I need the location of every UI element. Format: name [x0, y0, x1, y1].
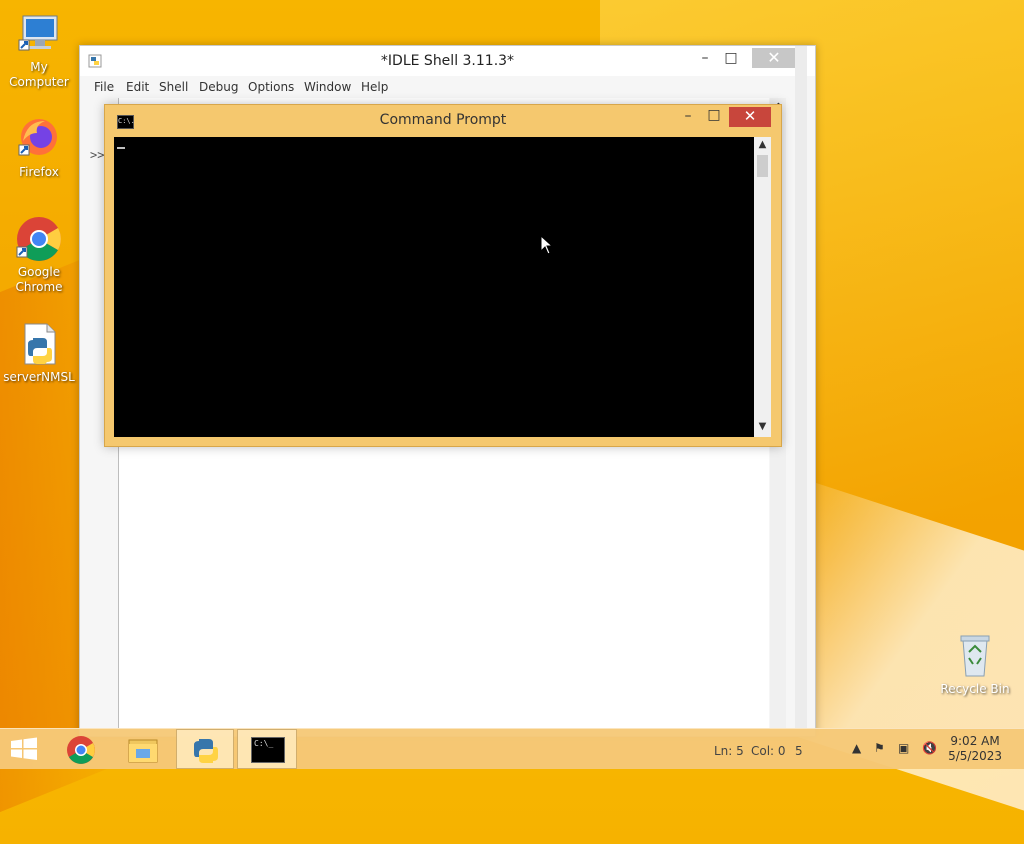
firefox-icon [15, 115, 63, 163]
show-hidden-icons-icon[interactable]: ▲ [852, 741, 861, 755]
taskbar-clock[interactable]: 9:02 AM 5/5/2023 [948, 734, 1002, 764]
minimize-button[interactable]: – [675, 107, 701, 127]
status-column: Col: 0 [751, 744, 786, 758]
desktop-icon-firefox[interactable]: Firefox [0, 115, 78, 180]
taskbar-chrome[interactable] [52, 729, 110, 769]
chrome-icon [15, 215, 63, 263]
command-prompt-window[interactable]: C:\. Command Prompt – □ ✕ ▲ ▼ [104, 104, 782, 447]
desktop-icon-label: serverNMSL [3, 370, 75, 384]
menu-shell[interactable]: Shell [159, 80, 188, 94]
status-extra: 5 [795, 744, 803, 758]
idle-menubar: File Edit Shell Debug Options Window Hel… [80, 76, 815, 98]
console-output[interactable] [114, 137, 754, 437]
desktop-icon-label: Recycle Bin [940, 682, 1010, 696]
menu-file[interactable]: File [94, 80, 114, 94]
python-icon [194, 739, 218, 763]
scroll-up-icon[interactable]: ▲ [754, 139, 771, 150]
desktop-icon-chrome[interactable]: Google Chrome [0, 215, 78, 295]
action-center-flag-icon[interactable]: ⚑ [874, 741, 885, 755]
clock-time: 9:02 AM [950, 734, 1000, 748]
status-line: Ln: 5 [714, 744, 744, 758]
desktop-icon-my-computer[interactable]: My Computer [0, 10, 78, 90]
start-button[interactable] [0, 729, 58, 769]
close-button[interactable]: ✕ [729, 107, 771, 127]
computer-icon [15, 10, 63, 58]
idle-side-panel [795, 46, 807, 736]
desktop-icon-recycle-bin[interactable]: Recycle Bin [936, 632, 1014, 697]
maximize-button[interactable]: □ [718, 49, 744, 69]
mouse-pointer-icon [540, 235, 554, 255]
menu-options[interactable]: Options [248, 80, 294, 94]
menu-debug[interactable]: Debug [199, 80, 238, 94]
desktop-icon-label: My Computer [9, 60, 69, 89]
cmd-vertical-scrollbar[interactable]: ▲ ▼ [754, 137, 771, 437]
close-button[interactable]: ✕ [752, 48, 796, 68]
shell-prompt: >> [90, 148, 105, 162]
maximize-button[interactable]: □ [701, 106, 727, 126]
clock-date: 5/5/2023 [948, 749, 1002, 763]
python-file-icon [15, 320, 63, 368]
scroll-thumb[interactable] [757, 155, 768, 177]
idle-title-bar[interactable]: *IDLE Shell 3.11.3* – □ ✕ [80, 46, 815, 76]
folder-icon [128, 739, 158, 763]
windows-logo-icon [11, 737, 37, 760]
console-icon: C:\_ [251, 737, 285, 763]
taskbar-file-explorer[interactable] [114, 729, 172, 769]
chrome-icon [67, 736, 95, 764]
menu-window[interactable]: Window [304, 80, 351, 94]
recycle-bin-icon [951, 632, 999, 680]
menu-edit[interactable]: Edit [126, 80, 149, 94]
menu-help[interactable]: Help [361, 80, 388, 94]
scroll-down-icon[interactable]: ▼ [754, 421, 771, 432]
text-cursor [117, 147, 125, 149]
taskbar-python[interactable] [176, 729, 234, 769]
desktop-icon-label: Firefox [19, 165, 59, 179]
desktop-icon-label: Google Chrome [15, 265, 63, 294]
taskbar-command-prompt[interactable]: C:\_ [237, 729, 297, 769]
taskbar: C:\_ Ln: 5 Col: 0 5 ▲ ⚑ ▣ 🔇 9:02 AM 5/5/… [0, 728, 1024, 769]
desktop-icon-servernmsl[interactable]: serverNMSL [0, 320, 78, 385]
network-icon[interactable]: ▣ [898, 741, 909, 755]
volume-muted-icon[interactable]: 🔇 [922, 741, 937, 755]
minimize-button[interactable]: – [692, 49, 718, 69]
cmd-title-bar[interactable]: C:\. Command Prompt – □ ✕ [105, 105, 781, 137]
